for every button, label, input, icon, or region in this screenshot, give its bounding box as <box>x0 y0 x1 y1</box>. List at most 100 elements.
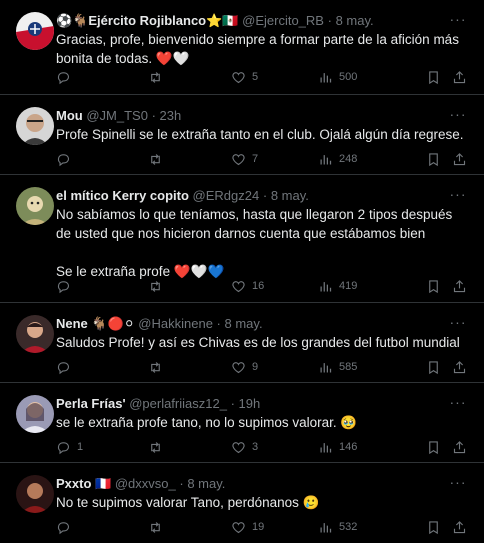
retweet-button[interactable] <box>148 68 169 86</box>
tweet[interactable]: Mou @JM_TS0 · 23h ··· Profe Spinelli se … <box>0 95 484 175</box>
tweet-actions: 1 3 146 <box>56 438 468 456</box>
author-name[interactable]: Mou <box>56 108 83 123</box>
share-button[interactable] <box>452 518 467 536</box>
views-button[interactable]: 146 <box>318 438 357 456</box>
retweet-icon <box>151 361 160 373</box>
author-name[interactable]: el mítico Kerry copito <box>56 188 189 203</box>
author-handle[interactable]: @JM_TS0 <box>86 108 148 123</box>
bookmark-button[interactable] <box>426 518 441 536</box>
reply-icon <box>57 153 70 166</box>
separator: · <box>216 316 221 331</box>
more-options-icon[interactable]: ··· <box>448 107 468 125</box>
author-name[interactable]: Nene 🐐🔴⚪ <box>56 316 135 331</box>
share-button[interactable] <box>452 150 467 168</box>
tweet[interactable]: el mítico Kerry copito @ERdgz24 · 8 may.… <box>0 175 484 303</box>
tweet-paragraph: Saludos Profe! y así es Chivas es de los… <box>56 335 460 350</box>
tweet[interactable]: ⚽🐐Ejército Rojiblanco⭐🇲🇽 @Ejercito_RB · … <box>0 0 484 95</box>
share-icon <box>453 360 466 373</box>
like-button[interactable]: 5 <box>231 68 258 86</box>
tweet[interactable]: Perla Frías' @perlafriiasz12_ · 19h ··· … <box>0 383 484 463</box>
author-handle[interactable]: @Hakkinene <box>138 316 213 331</box>
avatar[interactable] <box>16 475 54 513</box>
like-button[interactable]: 19 <box>231 518 264 536</box>
reply-button[interactable] <box>56 68 77 86</box>
like-button[interactable]: 7 <box>231 150 258 168</box>
tweet[interactable]: Nene 🐐🔴⚪ @Hakkinene · 8 may. ··· Saludos… <box>0 303 484 383</box>
timestamp[interactable]: 8 may. <box>271 188 309 203</box>
share-button[interactable] <box>452 68 467 86</box>
retweet-button[interactable] <box>148 150 169 168</box>
view-count: 532 <box>339 521 358 533</box>
views-button[interactable]: 419 <box>318 277 357 295</box>
author-handle[interactable]: @ERdgz24 <box>193 188 260 203</box>
retweet-icon <box>151 71 160 83</box>
avatar[interactable] <box>16 107 54 145</box>
avatar[interactable] <box>16 315 54 353</box>
bookmark-button[interactable] <box>426 358 441 376</box>
view-count: 500 <box>339 71 358 83</box>
tweet-text: Saludos Profe! y así es Chivas es de los… <box>56 333 468 352</box>
timestamp[interactable]: 19h <box>239 396 261 411</box>
share-icon <box>453 279 466 292</box>
bookmark-button[interactable] <box>426 277 441 295</box>
bookmark-button[interactable] <box>426 438 441 456</box>
more-options-icon[interactable]: ··· <box>448 395 468 413</box>
tweet-text: Gracias, profe, bienvenido siempre a for… <box>56 30 468 68</box>
tweet-paragraph: No te supimos valorar Tano, perdónanos 🥲 <box>56 495 320 510</box>
author-handle[interactable]: @Ejercito_RB <box>242 13 324 28</box>
more-options-icon[interactable]: ··· <box>448 187 468 205</box>
share-icon <box>453 152 466 165</box>
reply-icon <box>57 71 70 84</box>
views-icon <box>320 522 332 532</box>
like-button[interactable]: 16 <box>231 277 264 295</box>
retweet-button[interactable] <box>148 358 169 376</box>
views-button[interactable]: 585 <box>318 358 357 376</box>
avatar[interactable] <box>16 187 54 225</box>
reply-button[interactable]: 1 <box>56 438 83 456</box>
views-button[interactable]: 500 <box>318 68 357 86</box>
avatar[interactable] <box>16 12 54 50</box>
author-name[interactable]: ⚽🐐Ejército Rojiblanco⭐🇲🇽 <box>56 13 239 28</box>
timestamp[interactable]: 23h <box>160 108 182 123</box>
timestamp[interactable]: 8 may. <box>225 316 263 331</box>
tweet-header: Perla Frías' @perlafriiasz12_ · 19h <box>56 395 444 413</box>
share-button[interactable] <box>452 438 467 456</box>
author-handle[interactable]: @dxxvso_ <box>115 476 176 491</box>
tweet[interactable]: Pxxto 🇫🇷 @dxxvso_ · 8 may. ··· No te sup… <box>0 463 484 543</box>
reply-button[interactable] <box>56 358 77 376</box>
timestamp[interactable]: 8 may. <box>187 476 225 491</box>
view-count: 146 <box>339 441 358 453</box>
bookmark-icon <box>429 360 438 374</box>
reply-icon <box>57 441 70 454</box>
views-button[interactable]: 532 <box>318 518 357 536</box>
views-icon <box>320 442 332 452</box>
like-count: 3 <box>252 441 259 453</box>
avatar-image-icon <box>16 395 54 433</box>
separator: · <box>179 476 184 491</box>
more-options-icon[interactable]: ··· <box>448 475 468 493</box>
like-button[interactable]: 3 <box>231 438 258 456</box>
bookmark-button[interactable] <box>426 68 441 86</box>
more-options-icon[interactable]: ··· <box>448 315 468 333</box>
timestamp[interactable]: 8 may. <box>336 13 374 28</box>
view-count: 248 <box>339 153 358 165</box>
tweet-header: Mou @JM_TS0 · 23h <box>56 107 444 125</box>
reply-button[interactable] <box>56 518 77 536</box>
retweet-button[interactable] <box>148 277 169 295</box>
views-button[interactable]: 248 <box>318 150 357 168</box>
like-button[interactable]: 9 <box>231 358 258 376</box>
share-button[interactable] <box>452 358 467 376</box>
tweet-actions: 19 532 <box>56 518 468 536</box>
reply-button[interactable] <box>56 150 77 168</box>
reply-button[interactable] <box>56 277 77 295</box>
author-name[interactable]: Perla Frías' <box>56 396 126 411</box>
retweet-button[interactable] <box>148 518 169 536</box>
author-handle[interactable]: @perlafriiasz12_ <box>129 396 227 411</box>
author-name[interactable]: Pxxto 🇫🇷 <box>56 476 111 491</box>
share-button[interactable] <box>452 277 467 295</box>
share-icon <box>453 440 466 453</box>
avatar[interactable] <box>16 395 54 433</box>
more-options-icon[interactable]: ··· <box>448 12 468 30</box>
retweet-button[interactable] <box>148 438 169 456</box>
bookmark-button[interactable] <box>426 150 441 168</box>
